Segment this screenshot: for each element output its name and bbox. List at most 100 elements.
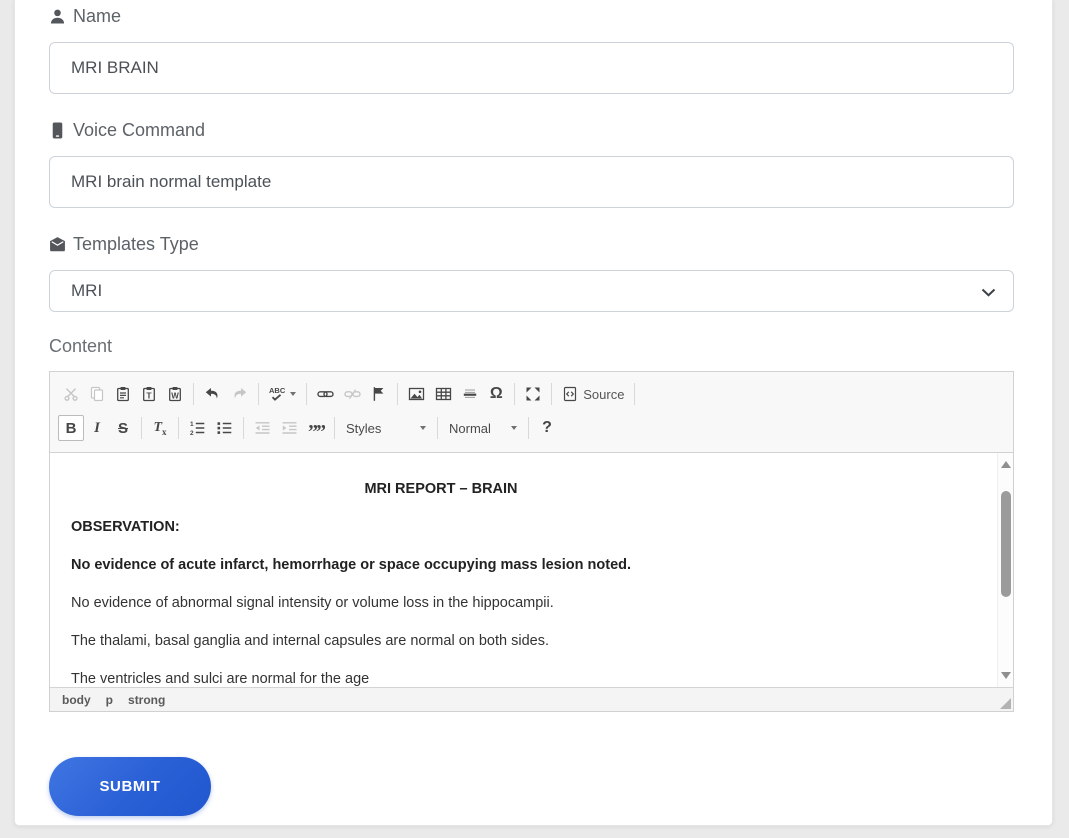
numbered-list-icon: 12 xyxy=(189,420,206,436)
undo-button[interactable] xyxy=(199,381,226,407)
dropdown-caret-icon xyxy=(290,392,296,396)
toolbar-separator xyxy=(551,383,552,405)
table-icon xyxy=(435,386,452,402)
strikethrough-button[interactable]: S xyxy=(110,415,136,441)
name-input[interactable] xyxy=(49,42,1014,94)
content-label: Content xyxy=(49,336,1014,357)
report-title: MRI REPORT – BRAIN xyxy=(71,479,811,499)
special-character-button[interactable]: Ω xyxy=(483,381,509,407)
table-button[interactable] xyxy=(430,381,457,407)
svg-text:1: 1 xyxy=(190,421,194,428)
toolbar-separator xyxy=(258,383,259,405)
anchor-flag-icon xyxy=(371,386,387,402)
voice-command-label-text: Voice Command xyxy=(73,120,205,141)
editor-scrollbar[interactable] xyxy=(997,453,1013,687)
unlink-icon xyxy=(344,386,361,402)
template-form-card: Name Voice Command Templates Type MRI Co… xyxy=(14,0,1053,826)
toolbar-separator xyxy=(306,383,307,405)
editor-content[interactable]: MRI REPORT – BRAIN OBSERVATION: No evide… xyxy=(50,453,997,687)
mobile-icon xyxy=(49,122,66,139)
path-item-body[interactable]: body xyxy=(62,693,91,707)
toolbar-separator xyxy=(397,383,398,405)
about-button[interactable]: ? xyxy=(534,415,560,441)
toolbar-row-1: T W ABC xyxy=(58,377,1005,411)
anchor-button[interactable] xyxy=(366,381,392,407)
italic-button[interactable]: I xyxy=(84,415,110,441)
voice-command-label: Voice Command xyxy=(49,120,1014,141)
name-label: Name xyxy=(49,6,1014,27)
link-icon xyxy=(317,386,334,402)
svg-text:2: 2 xyxy=(190,430,194,436)
paste-plain-text-icon: T xyxy=(141,386,157,402)
horizontal-line-icon xyxy=(462,386,478,402)
horizontal-line-button[interactable] xyxy=(457,381,483,407)
bulleted-list-icon xyxy=(216,420,233,436)
image-icon xyxy=(408,386,425,402)
report-paragraph: OBSERVATION: xyxy=(71,517,811,537)
toolbar-separator xyxy=(437,417,438,439)
scroll-up-arrow-icon[interactable] xyxy=(1001,461,1011,468)
report-paragraph: No evidence of acute infarct, hemorrhage… xyxy=(71,555,811,575)
envelope-icon xyxy=(49,236,66,253)
remove-format-button[interactable]: Tx xyxy=(147,415,173,441)
format-dropdown-label: Normal xyxy=(449,421,491,436)
scrollbar-thumb[interactable] xyxy=(1001,491,1011,597)
content-label-text: Content xyxy=(49,336,112,357)
spell-check-icon: ABC xyxy=(269,387,285,401)
report-paragraph: The ventricles and sulci are normal for … xyxy=(71,669,811,687)
styles-dropdown[interactable]: Styles xyxy=(340,415,432,441)
svg-text:W: W xyxy=(171,392,179,401)
toolbar-row-2: B I S Tx 12 ”” Styles Normal xyxy=(58,411,1005,445)
toolbar-separator xyxy=(514,383,515,405)
decrease-indent-icon xyxy=(254,420,271,436)
blockquote-button[interactable]: ”” xyxy=(303,415,329,441)
report-paragraph: The thalami, basal ganglia and internal … xyxy=(71,631,811,651)
italic-icon: I xyxy=(94,420,100,437)
path-item-strong[interactable]: strong xyxy=(128,693,165,707)
scroll-down-arrow-icon[interactable] xyxy=(1001,672,1011,679)
paste-button[interactable] xyxy=(110,381,136,407)
editor-toolbar: T W ABC xyxy=(50,372,1013,453)
editor-element-path: body p strong xyxy=(50,687,1013,711)
templates-type-select[interactable]: MRI xyxy=(49,270,1014,312)
source-icon xyxy=(562,386,578,402)
submit-button[interactable]: SUBMIT xyxy=(49,757,211,816)
paste-plain-text-button[interactable]: T xyxy=(136,381,162,407)
source-button-label: Source xyxy=(583,387,624,402)
user-icon xyxy=(49,8,66,25)
chevron-down-icon xyxy=(981,288,996,297)
templates-type-label: Templates Type xyxy=(49,234,1014,255)
resize-handle[interactable] xyxy=(1000,698,1011,709)
path-item-p[interactable]: p xyxy=(106,693,113,707)
voice-command-input[interactable] xyxy=(49,156,1014,208)
copy-button xyxy=(84,381,110,407)
special-character-icon: Ω xyxy=(490,385,503,403)
cut-icon xyxy=(63,386,79,402)
source-button[interactable]: Source xyxy=(557,381,629,407)
toolbar-separator xyxy=(334,417,335,439)
unlink-button xyxy=(339,381,366,407)
svg-text:T: T xyxy=(146,391,152,401)
maximize-button[interactable] xyxy=(520,381,546,407)
toolbar-separator xyxy=(634,383,635,405)
bold-button[interactable]: B xyxy=(58,415,84,441)
report-paragraph: No evidence of abnormal signal intensity… xyxy=(71,593,811,613)
toolbar-separator xyxy=(528,417,529,439)
cut-button xyxy=(58,381,84,407)
copy-icon xyxy=(89,386,105,402)
numbered-list-button[interactable]: 12 xyxy=(184,415,211,441)
redo-button xyxy=(226,381,253,407)
undo-icon xyxy=(204,386,221,402)
maximize-icon xyxy=(525,386,541,402)
paragraph-format-dropdown[interactable]: Normal xyxy=(443,415,523,441)
link-button[interactable] xyxy=(312,381,339,407)
paste-from-word-button[interactable]: W xyxy=(162,381,188,407)
editor-content-area: MRI REPORT – BRAIN OBSERVATION: No evide… xyxy=(50,453,1013,687)
spell-check-button[interactable]: ABC xyxy=(264,381,301,407)
paste-icon xyxy=(115,386,131,402)
name-label-text: Name xyxy=(73,6,121,27)
toolbar-separator xyxy=(243,417,244,439)
bulleted-list-button[interactable] xyxy=(211,415,238,441)
redo-icon xyxy=(231,386,248,402)
image-button[interactable] xyxy=(403,381,430,407)
